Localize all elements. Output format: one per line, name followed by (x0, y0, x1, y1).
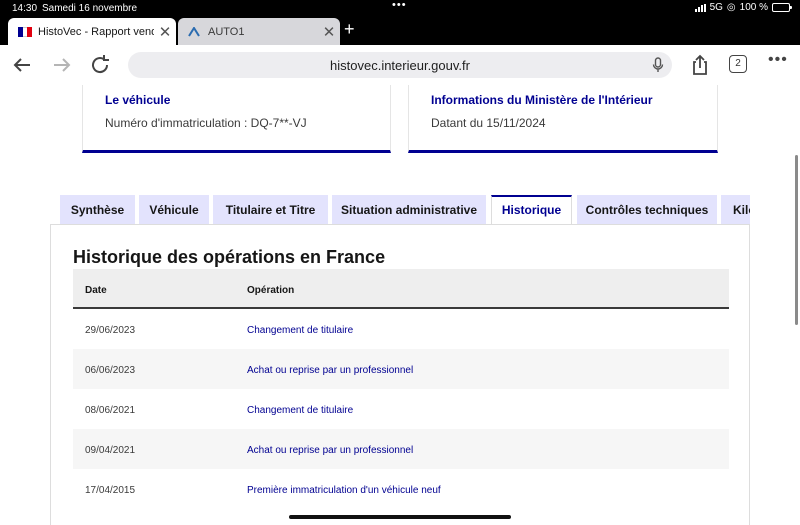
tab-situation[interactable]: Situation administrative (332, 195, 486, 224)
tab-kilometrage[interactable]: Kilométrage (721, 195, 750, 224)
table-row: 09/04/2021 Achat ou reprise par un profe… (73, 429, 729, 469)
network-label: 5G (709, 2, 723, 13)
row-operation: Achat ou reprise par un professionnel (247, 445, 414, 456)
battery-icon (772, 3, 792, 12)
table-row: 08/06/2021 Changement de titulaire (73, 389, 729, 429)
tab-controles[interactable]: Contrôles techniques (577, 195, 717, 224)
back-arrow-icon[interactable] (10, 53, 34, 77)
share-icon[interactable] (688, 53, 712, 77)
new-tab-icon[interactable]: + (344, 19, 355, 40)
row-operation: Changement de titulaire (247, 325, 354, 336)
status-date: Samedi 16 novembre (42, 3, 138, 14)
ministry-card-title: Informations du Ministère de l'Intérieur (431, 93, 653, 107)
row-operation: Première immatriculation d'un véhicule n… (247, 485, 441, 496)
tab-vehicule[interactable]: Véhicule (139, 195, 209, 224)
browser-tab-strip: HistoVec - Rapport vendeur ✕ AUTO1 ✕ + (0, 16, 800, 45)
tab-synthese[interactable]: Synthèse (60, 195, 135, 224)
row-date: 09/04/2021 (85, 445, 136, 456)
registration-number: Numéro d'immatriculation : DQ-7**-VJ (105, 116, 307, 130)
vehicle-card: Le véhicule Numéro d'immatriculation : D… (82, 85, 391, 153)
browser-tab-auto1[interactable]: AUTO1 ✕ (178, 18, 340, 45)
status-bar: 14:30 Samedi 16 novembre ••• 5G ◎ 100 % (0, 0, 800, 16)
browser-tab-title: AUTO1 (208, 25, 245, 38)
vehicle-card-title: Le véhicule (105, 93, 171, 107)
signal-icon (694, 3, 706, 12)
row-date: 17/04/2015 (85, 485, 136, 496)
battery-label: 100 % (739, 2, 768, 13)
close-tab-icon[interactable]: ✕ (154, 23, 176, 41)
table-row: 06/06/2023 Achat ou reprise par un profe… (73, 349, 729, 389)
close-tab-icon[interactable]: ✕ (318, 23, 340, 41)
tab-historique[interactable]: Historique (491, 195, 572, 225)
row-date: 08/06/2021 (85, 405, 136, 416)
row-operation: Changement de titulaire (247, 405, 354, 416)
page-content: Le véhicule Numéro d'immatriculation : D… (0, 85, 800, 525)
home-indicator[interactable] (289, 515, 511, 519)
browser-toolbar: histovec.interieur.gouv.fr 2 ••• (0, 45, 800, 85)
ministry-card-date: Datant du 15/11/2024 (431, 116, 546, 130)
address-bar[interactable]: histovec.interieur.gouv.fr (128, 52, 672, 78)
column-header-operation: Opération (247, 285, 295, 296)
microphone-icon[interactable] (652, 57, 664, 73)
tab-titulaire[interactable]: Titulaire et Titre (213, 195, 328, 224)
tab-count-button[interactable]: 2 (729, 55, 747, 73)
table-header: Date Opération (73, 269, 729, 309)
row-date: 06/06/2023 (85, 365, 136, 376)
status-time: 14:30 (12, 3, 38, 14)
browser-tab-title: HistoVec - Rapport vendeur (38, 25, 154, 38)
french-flag-icon (18, 26, 33, 37)
row-date: 29/06/2023 (85, 325, 136, 336)
browser-tab-histovec[interactable]: HistoVec - Rapport vendeur ✕ (8, 18, 176, 45)
row-operation: Achat ou reprise par un professionnel (247, 365, 414, 376)
focus-icon: ◎ (726, 2, 736, 13)
auto1-logo-icon (188, 26, 202, 37)
multitask-dots-icon[interactable]: ••• (392, 0, 407, 11)
status-indicators: 5G ◎ 100 % (694, 2, 792, 13)
history-title: Historique des opérations en France (73, 247, 386, 267)
report-tabs: Synthèse Véhicule Titulaire et Titre Sit… (60, 195, 750, 225)
table-row: 29/06/2023 Changement de titulaire (73, 309, 729, 349)
table-row: 17/04/2015 Première immatriculation d'un… (73, 469, 729, 509)
ministry-card: Informations du Ministère de l'Intérieur… (408, 85, 718, 153)
page-scrollbar[interactable] (795, 155, 798, 325)
history-table: Date Opération 29/06/2023 Changement de … (73, 269, 729, 509)
more-menu-icon[interactable]: ••• (768, 51, 788, 69)
history-panel: Historique des opérations en France Date… (50, 224, 750, 525)
forward-arrow-icon[interactable] (50, 53, 74, 77)
address-bar-url: histovec.interieur.gouv.fr (330, 58, 470, 73)
column-header-date: Date (85, 285, 107, 296)
reload-icon[interactable] (88, 53, 112, 77)
